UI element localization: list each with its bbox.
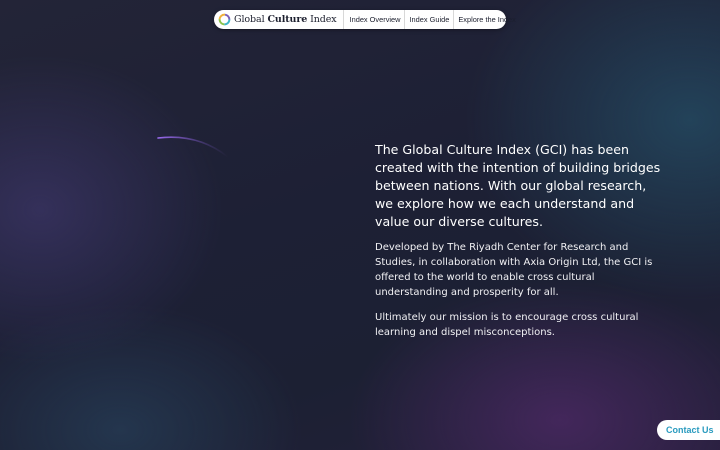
nav-link-explore-the-index[interactable]: Explore the Index xyxy=(454,10,520,29)
intro-paragraph-mission: Ultimately our mission is to encourage c… xyxy=(375,312,639,338)
logo-text: Global Culture Index xyxy=(234,14,337,25)
contact-us-button[interactable]: Contact Us xyxy=(657,420,720,440)
nav-link-index-guide[interactable]: Index Guide xyxy=(405,10,455,29)
logo-word-index: Index xyxy=(310,14,337,25)
decorative-arc xyxy=(157,136,229,158)
top-navigation: Global Culture Index Index Overview Inde… xyxy=(214,10,516,29)
intro-paragraph-developed-by: Developed by The Riyadh Center for Resea… xyxy=(375,242,653,298)
nav-link-index-overview[interactable]: Index Overview xyxy=(346,10,406,29)
logo-word-culture: Culture xyxy=(267,14,308,25)
logo-word-global: Global xyxy=(234,14,265,25)
intro-lead-paragraph: The Global Culture Index (GCI) has been … xyxy=(375,142,661,229)
site-logo[interactable]: Global Culture Index xyxy=(218,10,344,29)
logo-ring-icon xyxy=(218,13,231,26)
intro-content: The Global Culture Index (GCI) has been … xyxy=(375,141,665,350)
